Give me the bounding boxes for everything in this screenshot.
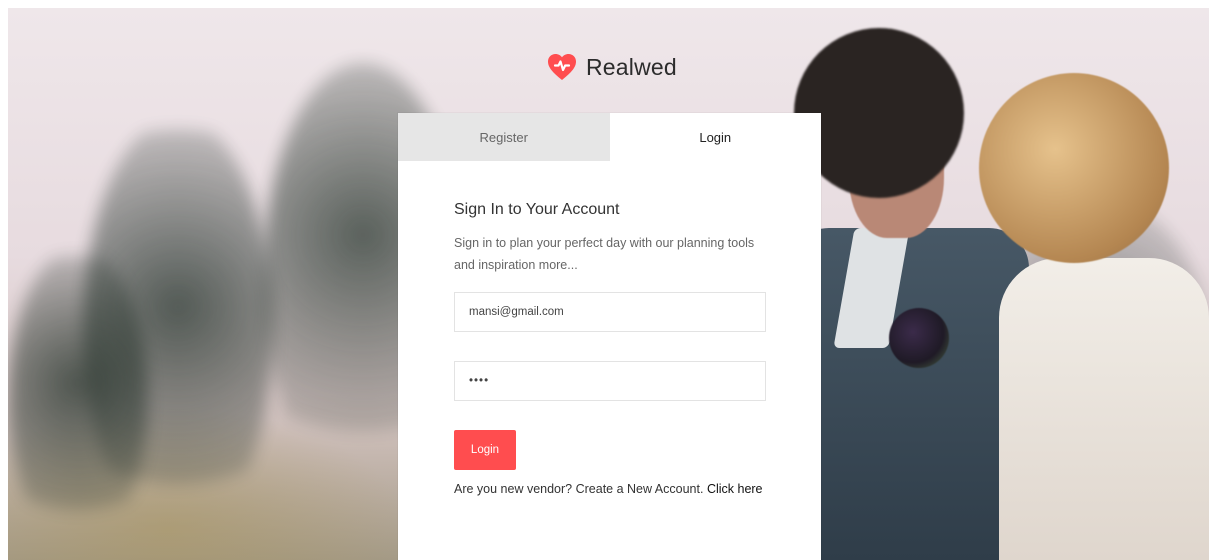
bride-hair xyxy=(979,73,1169,263)
bride-dress xyxy=(999,258,1209,560)
signup-prompt-text: Are you new vendor? Create a New Account… xyxy=(454,482,704,496)
click-here-link[interactable]: Click here xyxy=(707,482,763,496)
email-field[interactable]: mansi@gmail.com xyxy=(454,292,766,332)
login-form: Sign In to Your Account Sign in to plan … xyxy=(398,161,821,500)
heart-logo-icon xyxy=(546,52,578,82)
brand-name: Realwed xyxy=(586,53,677,80)
form-title: Sign In to Your Account xyxy=(454,201,620,218)
tab-register[interactable]: Register xyxy=(398,113,610,161)
form-description: Sign in to plan your perfect day with ou… xyxy=(454,236,755,272)
password-field[interactable]: •••• xyxy=(454,361,766,401)
couple-photo xyxy=(789,8,1209,560)
boutonniere xyxy=(889,308,949,368)
auth-tabs: Register Login xyxy=(398,113,821,161)
auth-card: Register Login Sign In to Your Account S… xyxy=(398,113,821,560)
groom-suit xyxy=(789,228,1029,560)
login-button[interactable]: Login xyxy=(454,430,516,470)
email-value: mansi@gmail.com xyxy=(469,306,564,318)
password-value: •••• xyxy=(469,375,490,387)
brand-logo[interactable]: Realwed xyxy=(546,52,677,82)
tab-login[interactable]: Login xyxy=(609,113,821,161)
signup-prompt: Are you new vendor? Create a New Account… xyxy=(454,478,766,500)
tree-silhouette xyxy=(8,248,148,548)
login-page: Realwed Register Login Sign In to Your A… xyxy=(0,0,1209,560)
